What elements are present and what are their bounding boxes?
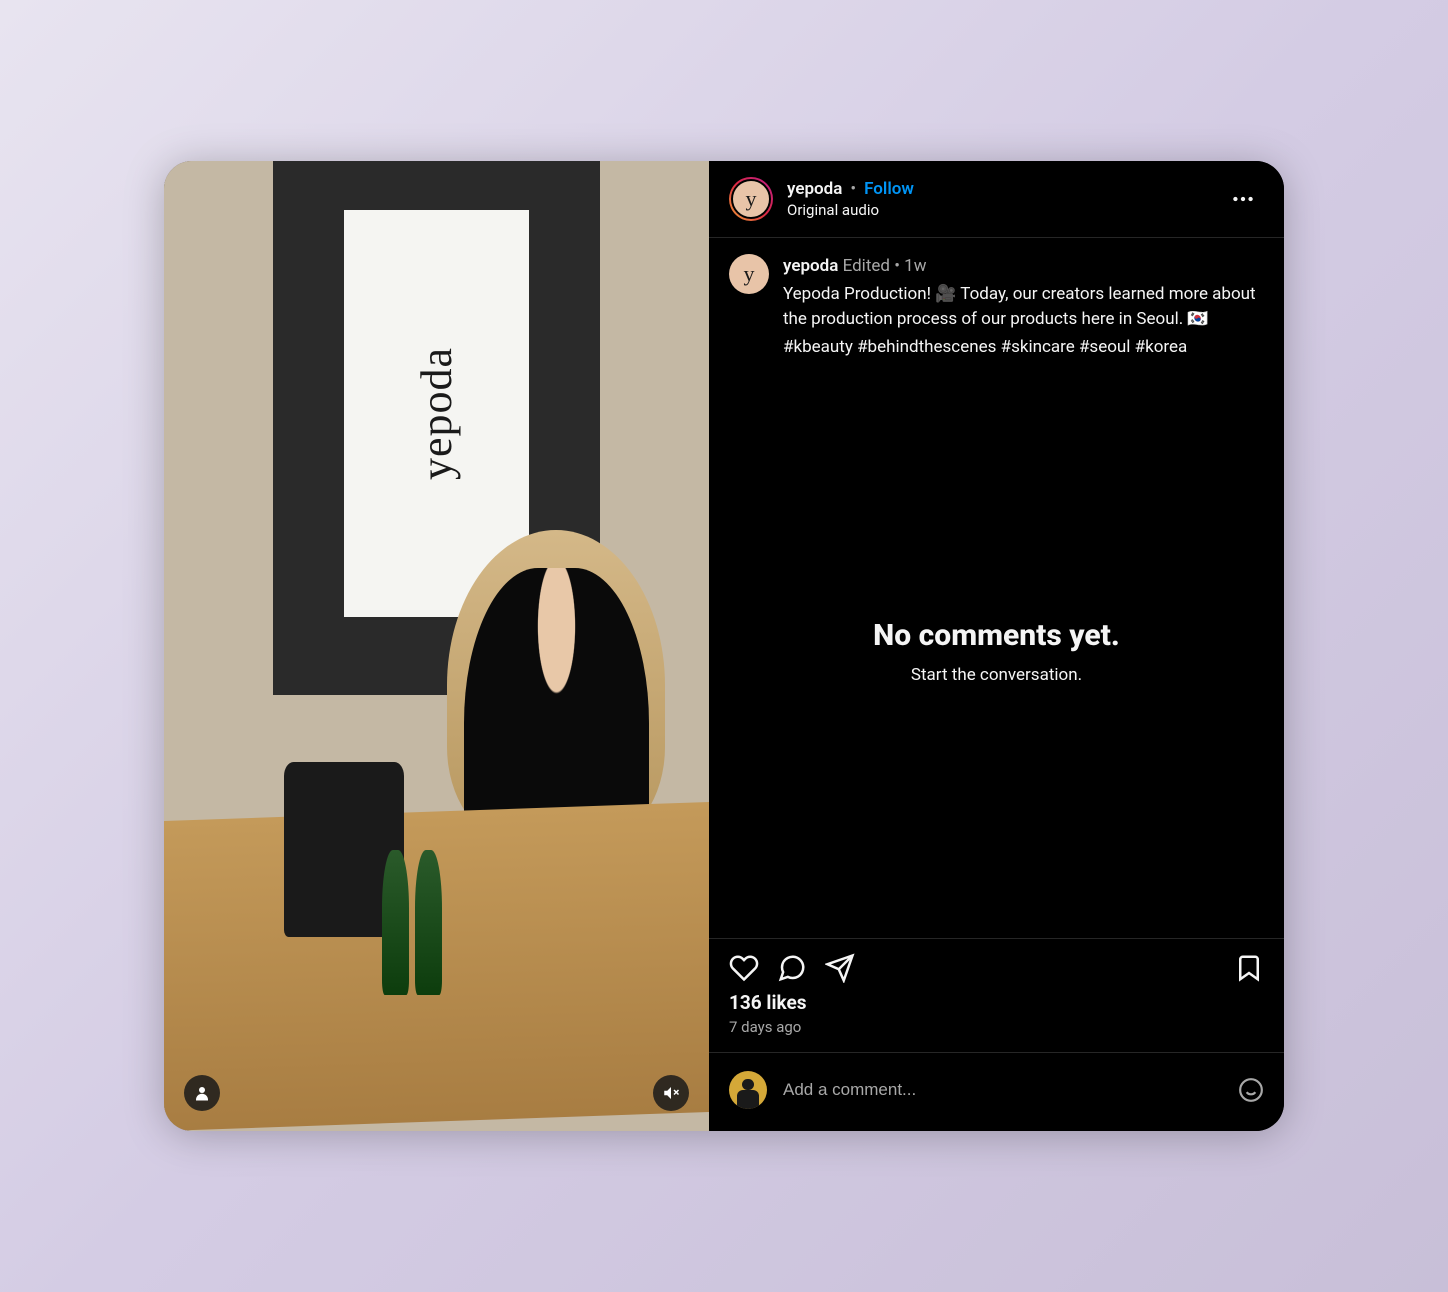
scene-brand-text: yepoda: [411, 347, 462, 480]
like-button[interactable]: [729, 953, 759, 983]
caption-body: Yepoda Production! 🎥 Today, our creators…: [783, 282, 1264, 333]
follow-button[interactable]: Follow: [864, 179, 914, 199]
actions-row: [709, 939, 1284, 991]
separator-dot: •: [894, 256, 904, 276]
save-button[interactable]: [1234, 953, 1264, 983]
no-comments-title: No comments yet.: [873, 618, 1120, 653]
no-comments-subtitle: Start the conversation.: [911, 665, 1082, 685]
bookmark-icon: [1234, 953, 1264, 983]
comments-area: No comments yet. Start the conversation.: [709, 364, 1284, 939]
caption-username[interactable]: yepoda: [783, 256, 838, 276]
send-icon: [825, 953, 855, 983]
heart-icon: [729, 953, 759, 983]
scene-bottle: [382, 850, 409, 996]
more-options-button[interactable]: [1222, 178, 1264, 220]
caption-age: 1w: [904, 256, 926, 276]
header-text: yepoda • Follow Original audio: [787, 179, 1208, 219]
smiley-icon: [1238, 1077, 1264, 1103]
tagged-people-button[interactable]: [184, 1075, 220, 1111]
dots-horizontal-icon: [1230, 186, 1256, 212]
share-button[interactable]: [825, 953, 855, 983]
header-title-line: yepoda • Follow: [787, 179, 1208, 199]
scene-bottle: [415, 850, 442, 996]
author-avatar: y: [731, 179, 771, 219]
audio-attribution[interactable]: Original audio: [787, 201, 1208, 219]
person-icon: [193, 1084, 211, 1102]
caption-avatar[interactable]: y: [729, 254, 769, 294]
caption-block: y yepoda Edited • 1w Yepoda Production! …: [709, 238, 1284, 364]
author-username[interactable]: yepoda: [787, 179, 842, 199]
caption-hashtags[interactable]: #kbeauty #behindthescenes #skincare #seo…: [783, 335, 1264, 361]
post-media[interactable]: yepoda: [164, 161, 709, 1131]
comment-composer: [709, 1052, 1284, 1131]
viewer-avatar[interactable]: [729, 1071, 767, 1109]
separator-dot: •: [850, 179, 856, 199]
post-info-pane: y yepoda • Follow Original audio y yepod…: [709, 161, 1284, 1131]
mute-button[interactable]: [653, 1075, 689, 1111]
muted-speaker-icon: [662, 1084, 680, 1102]
edited-label: Edited: [843, 256, 890, 276]
avatar-story-ring[interactable]: y: [729, 177, 773, 221]
likes-count[interactable]: 136 likes: [709, 991, 1284, 1014]
comment-icon: [777, 953, 807, 983]
comment-button[interactable]: [777, 953, 807, 983]
post-header: y yepoda • Follow Original audio: [709, 161, 1284, 238]
posted-time: 7 days ago: [709, 1014, 1284, 1052]
post-card: yepoda y yepoda • Follow Orig: [164, 161, 1284, 1131]
comment-input[interactable]: [783, 1080, 1222, 1100]
caption-text: yepoda Edited • 1w Yepoda Production! 🎥 …: [783, 254, 1264, 360]
emoji-picker-button[interactable]: [1238, 1077, 1264, 1103]
